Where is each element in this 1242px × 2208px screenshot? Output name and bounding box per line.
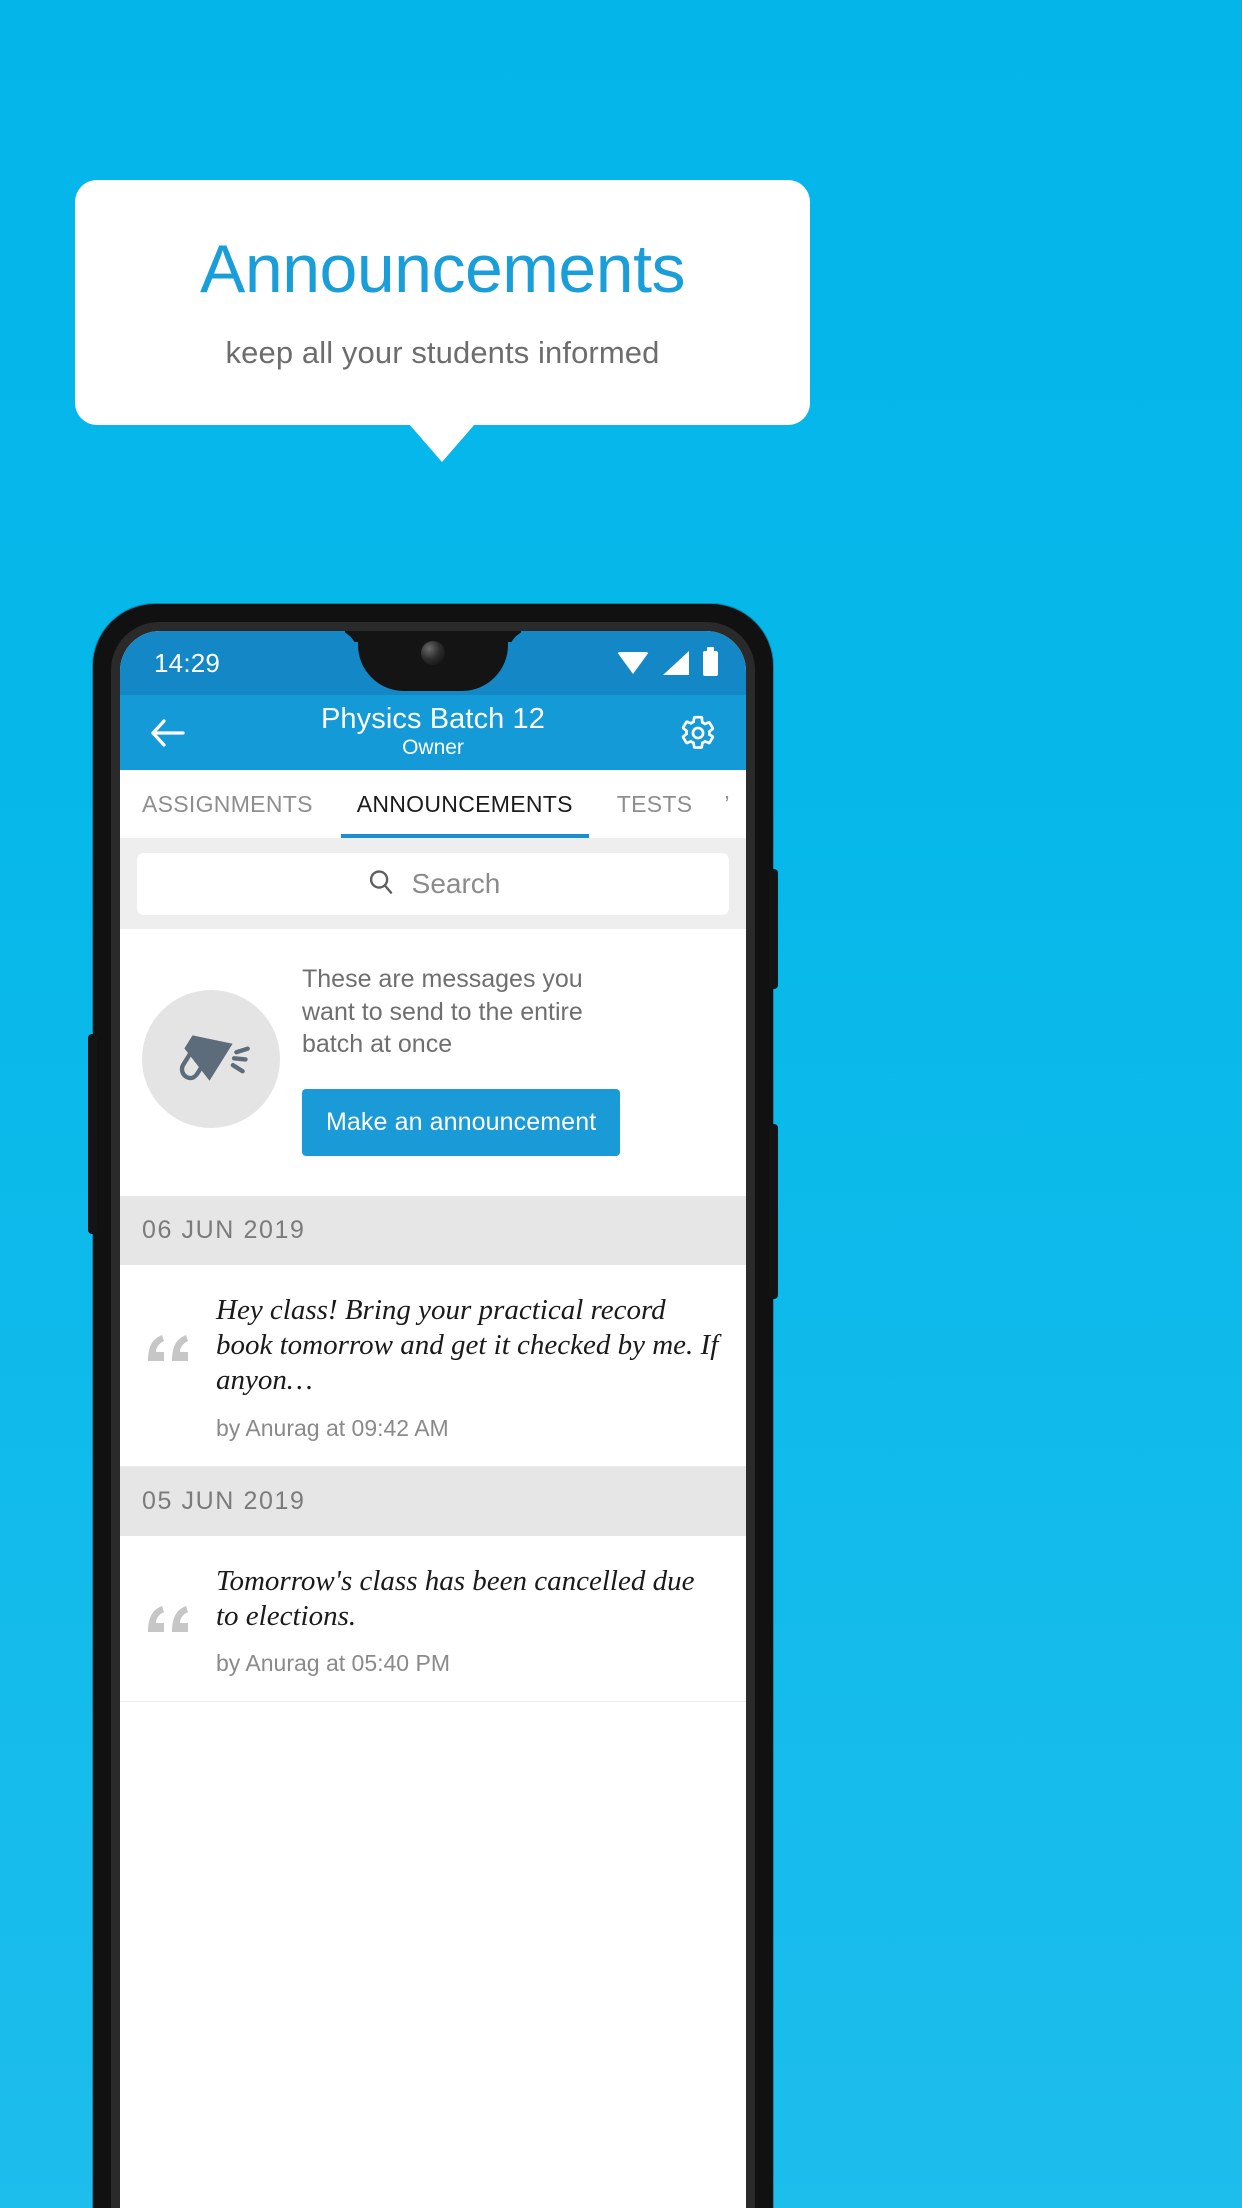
quote-icon xyxy=(142,1564,200,1632)
make-announcement-button[interactable]: Make an announcement xyxy=(302,1088,621,1156)
tab-bar[interactable]: ASSIGNMENTS ANNOUNCEMENTS TESTS ’ xyxy=(120,770,746,839)
quote-icon xyxy=(142,1293,200,1361)
signal-icon xyxy=(663,651,689,675)
status-bar: 14:29 xyxy=(120,631,746,695)
status-time: 14:29 xyxy=(154,647,221,678)
volume-button[interactable] xyxy=(769,1124,778,1299)
page-title: Announcements xyxy=(200,230,685,307)
announcement-row[interactable]: Tomorrow's class has been cancelled due … xyxy=(120,1535,746,1703)
wifi-icon xyxy=(617,652,649,674)
status-icons xyxy=(617,646,718,676)
announcement-body: Tomorrow's class has been cancelled due … xyxy=(216,1564,724,1678)
front-camera xyxy=(421,641,445,665)
announcement-body: Hey class! Bring your practical record b… xyxy=(216,1293,724,1442)
announcement-text: Hey class! Bring your practical record b… xyxy=(216,1293,719,1397)
batch-role: Owner xyxy=(402,736,464,760)
batch-title: Physics Batch 12 xyxy=(320,702,546,735)
promo-screenshot: Announcements keep all your students inf… xyxy=(0,0,1242,2208)
tab-tests[interactable]: TESTS xyxy=(595,770,715,838)
app-bar-titles: Physics Batch 12 Owner xyxy=(192,702,674,761)
search-input[interactable]: Search xyxy=(137,853,729,915)
phone-screen: 14:29 Physics Batch 12 Owner ASSIGNMENTS… xyxy=(120,631,746,2208)
tab-announcements[interactable]: ANNOUNCEMENTS xyxy=(335,770,595,838)
announcement-text: Tomorrow's class has been cancelled due … xyxy=(216,1564,695,1632)
empty-state-content: These are messages you want to send to t… xyxy=(302,963,724,1156)
phone-frame: 14:29 Physics Batch 12 Owner ASSIGNMENTS… xyxy=(88,604,778,2208)
empty-state-description: These are messages you want to send to t… xyxy=(302,965,583,1058)
announcement-row[interactable]: Hey class! Bring your practical record b… xyxy=(120,1264,746,1467)
announcement-meta: by Anurag at 05:40 PM xyxy=(216,1650,450,1677)
search-icon xyxy=(366,867,396,902)
app-bar: Physics Batch 12 Owner xyxy=(120,695,746,770)
power-button[interactable] xyxy=(769,869,778,989)
battery-icon xyxy=(703,646,718,676)
search-section: Search xyxy=(120,839,746,929)
page-subtitle: keep all your students informed xyxy=(225,335,660,371)
tab-overflow[interactable]: ’ xyxy=(714,770,729,838)
empty-state: These are messages you want to send to t… xyxy=(120,929,746,1196)
announcement-meta: by Anurag at 09:42 AM xyxy=(216,1414,449,1441)
back-arrow-icon[interactable] xyxy=(144,709,192,757)
speech-bubble-tail xyxy=(409,424,475,462)
search-placeholder: Search xyxy=(411,868,501,899)
megaphone-icon xyxy=(142,990,280,1129)
tab-assignments[interactable]: ASSIGNMENTS xyxy=(120,770,335,838)
date-header: 06 JUN 2019 xyxy=(120,1195,746,1265)
promo-card: Announcements keep all your students inf… xyxy=(75,180,810,425)
date-header: 05 JUN 2019 xyxy=(120,1466,746,1536)
assistant-button[interactable] xyxy=(88,1034,97,1234)
gear-icon[interactable] xyxy=(674,709,722,757)
